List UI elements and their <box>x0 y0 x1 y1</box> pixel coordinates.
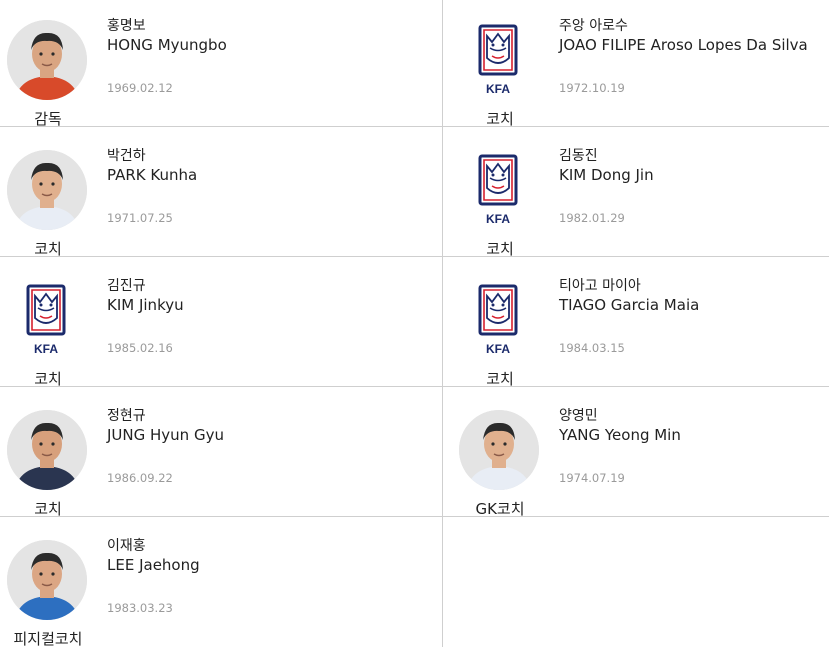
staff-photo <box>459 410 539 490</box>
staff-role: 코치 <box>486 110 514 128</box>
staff-korean-name: 박건하 <box>107 148 146 164</box>
column-divider <box>442 0 443 647</box>
kfa-emblem-icon: KFA <box>458 280 538 360</box>
staff-birthdate: 1984.03.15 <box>559 341 625 355</box>
staff-role: 코치 <box>34 240 62 258</box>
staff-birthdate: 1974.07.19 <box>559 471 625 485</box>
staff-korean-name: 홍명보 <box>107 18 146 34</box>
staff-english-name: JUNG Hyun Gyu <box>107 426 224 444</box>
kfa-emblem-icon: KFA <box>458 150 538 230</box>
coaching-staff-grid: 감독 홍명보 HONG Myungbo 1969.02.12 KFA 코치 주앙 아로수 J… <box>0 0 829 650</box>
staff-korean-name: 양영민 <box>559 408 598 424</box>
staff-role: 피지컬코치 <box>13 630 83 648</box>
staff-role: GK코치 <box>475 500 525 518</box>
staff-english-name: HONG Myungbo <box>107 36 227 54</box>
staff-photo <box>7 410 87 490</box>
staff-card[interactable]: 감독 홍명보 HONG Myungbo 1969.02.12 <box>0 0 442 130</box>
staff-role: 코치 <box>34 370 62 388</box>
staff-korean-name: 김동진 <box>559 148 598 164</box>
staff-role: 코치 <box>486 370 514 388</box>
staff-birthdate: 1983.03.23 <box>107 601 173 615</box>
staff-korean-name: 티아고 마이아 <box>559 278 641 294</box>
staff-role: 코치 <box>486 240 514 258</box>
staff-photo <box>7 150 87 230</box>
staff-korean-name: 정현규 <box>107 408 146 424</box>
staff-role: 코치 <box>34 500 62 518</box>
staff-korean-name: 주앙 아로수 <box>559 18 628 34</box>
staff-card[interactable]: 코치 박건하 PARK Kunha 1971.07.25 <box>0 130 442 260</box>
kfa-emblem-label: KFA <box>34 342 58 356</box>
staff-birthdate: 1985.02.16 <box>107 341 173 355</box>
kfa-emblem-icon: KFA <box>458 20 538 100</box>
staff-english-name: KIM Jinkyu <box>107 296 184 314</box>
staff-korean-name: 이재홍 <box>107 538 146 554</box>
kfa-emblem-label: KFA <box>486 342 510 356</box>
staff-english-name: YANG Yeong Min <box>559 426 681 444</box>
staff-photo <box>7 540 87 620</box>
staff-card[interactable]: KFA 코치 김진규 KIM Jinkyu 1985.02.16 <box>0 260 442 390</box>
kfa-emblem-label: KFA <box>486 82 510 96</box>
staff-birthdate: 1972.10.19 <box>559 81 625 95</box>
staff-english-name: KIM Dong Jin <box>559 166 654 184</box>
kfa-emblem-icon: KFA <box>6 280 86 360</box>
staff-card[interactable]: 피지컬코치 이재홍 LEE Jaehong 1983.03.23 <box>0 520 442 650</box>
staff-role: 감독 <box>34 110 62 128</box>
staff-english-name: LEE Jaehong <box>107 556 200 574</box>
staff-english-name: TIAGO Garcia Maia <box>559 296 700 314</box>
staff-card[interactable]: KFA 코치 김동진 KIM Dong Jin 1982.01.29 <box>452 130 829 260</box>
staff-photo <box>7 20 87 100</box>
staff-card[interactable]: KFA 코치 티아고 마이아 TIAGO Garcia Maia 1984.03.15 <box>452 260 829 390</box>
staff-korean-name: 김진규 <box>107 278 146 294</box>
staff-birthdate: 1982.01.29 <box>559 211 625 225</box>
kfa-emblem-label: KFA <box>486 212 510 226</box>
staff-english-name: JOAO FILIPE Aroso Lopes Da Silva <box>559 36 808 54</box>
staff-card[interactable]: GK코치 양영민 YANG Yeong Min 1974.07.19 <box>452 390 829 520</box>
staff-english-name: PARK Kunha <box>107 166 198 184</box>
staff-birthdate: 1969.02.12 <box>107 81 173 95</box>
staff-card[interactable]: 코치 정현규 JUNG Hyun Gyu 1986.09.22 <box>0 390 442 520</box>
staff-birthdate: 1986.09.22 <box>107 471 173 485</box>
staff-birthdate: 1971.07.25 <box>107 211 173 225</box>
staff-card[interactable]: KFA 코치 주앙 아로수 JOAO FILIPE Aroso Lopes Da Si… <box>452 0 829 130</box>
